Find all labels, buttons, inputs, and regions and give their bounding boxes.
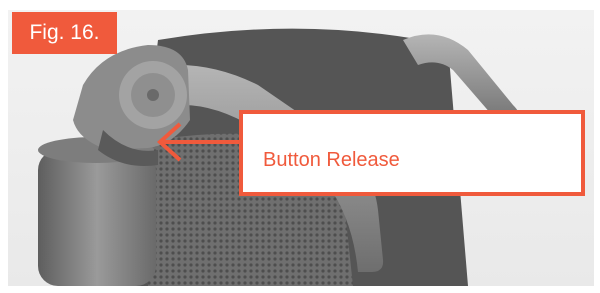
callout-box: Button Release — [239, 110, 585, 196]
callout-text: Button Release — [263, 149, 400, 171]
figure-label: Fig. 16. — [12, 12, 117, 54]
arrow-left-icon — [157, 122, 240, 162]
